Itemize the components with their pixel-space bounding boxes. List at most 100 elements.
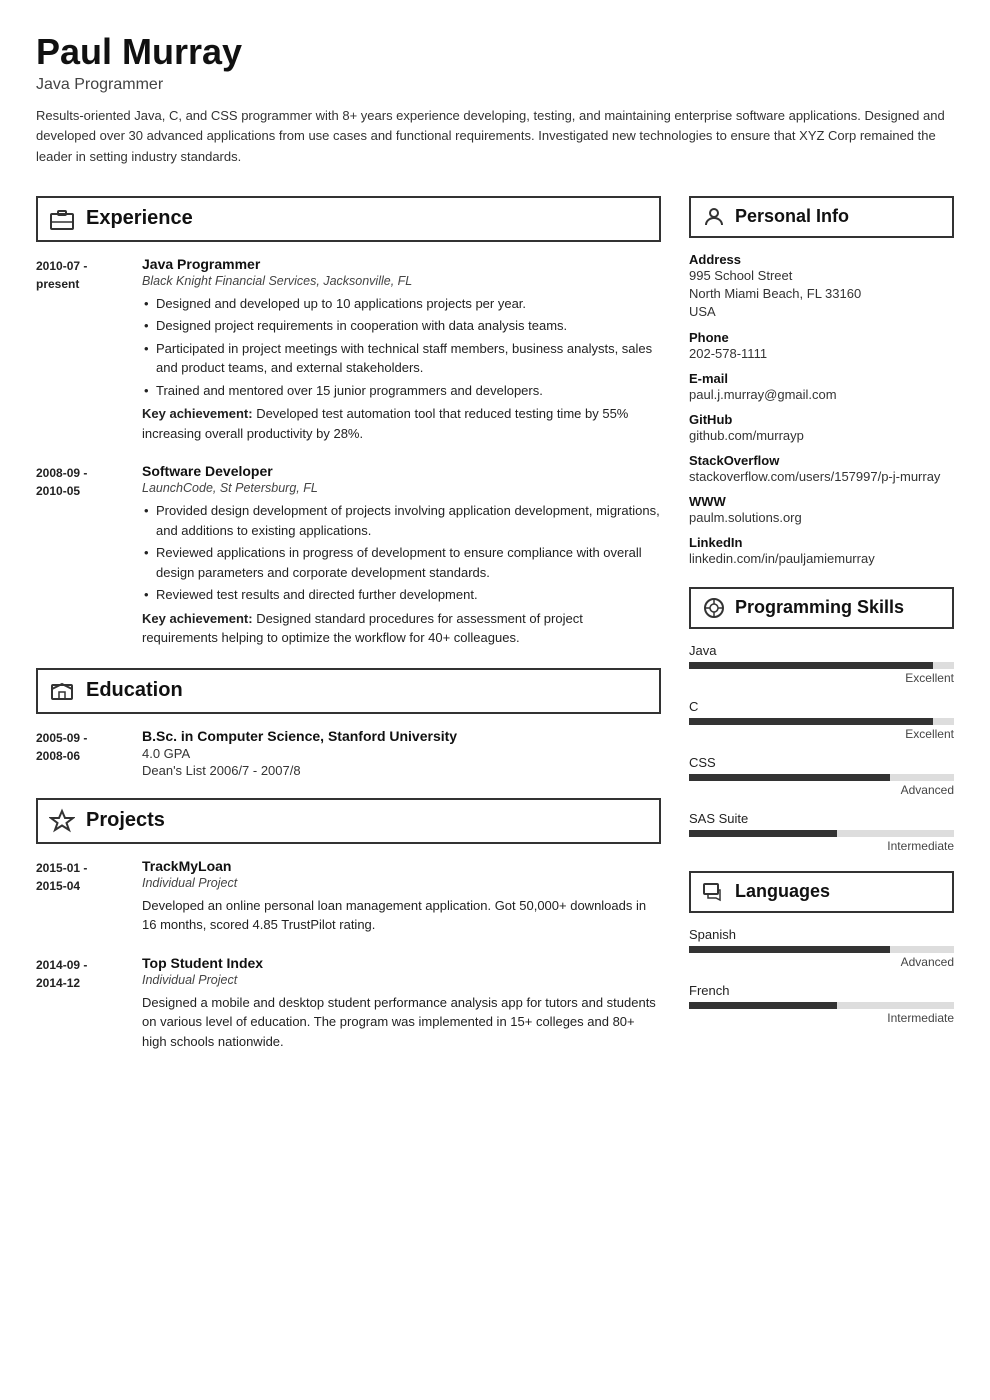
skill-bar-css: [689, 774, 954, 781]
bullet-item: Designed and developed up to 10 applicat…: [142, 294, 661, 314]
projects-section-title: Projects: [86, 809, 165, 832]
languages-list: Spanish Advanced French Intermediate: [689, 927, 954, 1025]
lang-name-spanish: Spanish: [689, 927, 954, 942]
personal-linkedin: LinkedIn linkedin.com/in/pauljamiemurray: [689, 535, 954, 568]
languages-section-header: Languages: [689, 871, 954, 913]
experience-section-title: Experience: [86, 207, 193, 230]
skill-level-java: Excellent: [689, 671, 954, 685]
lang-spanish: Spanish Advanced: [689, 927, 954, 969]
address-label: Address: [689, 252, 954, 267]
project-desc-2: Designed a mobile and desktop student pe…: [142, 993, 661, 1052]
phone-value: 202-578-1111: [689, 345, 954, 363]
linkedin-value: linkedin.com/in/pauljamiemurray: [689, 550, 954, 568]
project-title-2: Top Student Index: [142, 955, 661, 971]
linkedin-label: LinkedIn: [689, 535, 954, 550]
personal-www: WWW paulm.solutions.org: [689, 494, 954, 527]
lang-fill-spanish: [689, 946, 890, 953]
personal-email: E-mail paul.j.murray@gmail.com: [689, 371, 954, 404]
project-desc-1: Developed an online personal loan manage…: [142, 896, 661, 935]
personal-info-fields: Address 995 School Street North Miami Be…: [689, 252, 954, 569]
education-entries: 2005-09 - 2008-06 B.Sc. in Computer Scie…: [36, 728, 661, 778]
www-value: paulm.solutions.org: [689, 509, 954, 527]
skill-name-css: CSS: [689, 755, 954, 770]
right-column: Personal Info Address 995 School Street …: [689, 196, 954, 1072]
projects-icon: [48, 807, 76, 835]
skill-fill-c: [689, 718, 933, 725]
project-type-1: Individual Project: [142, 876, 661, 890]
programming-icon: [701, 595, 727, 621]
project-date-2: 2014-09 - 2014-12: [36, 955, 126, 1052]
education-title-1: B.Sc. in Computer Science, Stanford Univ…: [142, 728, 661, 744]
education-section-header: Education: [36, 668, 661, 714]
experience-entry-2: 2008-09 - 2010-05 Software Developer Lau…: [36, 463, 661, 648]
personal-github: GitHub github.com/murrayp: [689, 412, 954, 445]
skill-bar-java: [689, 662, 954, 669]
skill-fill-sas: [689, 830, 837, 837]
experience-content-2: Software Developer LaunchCode, St Peters…: [142, 463, 661, 648]
bullet-item: Reviewed applications in progress of dev…: [142, 543, 661, 582]
personal-address: Address 995 School Street North Miami Be…: [689, 252, 954, 322]
experience-achievement-1: Key achievement: Developed test automati…: [142, 404, 661, 443]
skill-css: CSS Advanced: [689, 755, 954, 797]
personal-icon: [701, 204, 727, 230]
email-value: paul.j.murray@gmail.com: [689, 386, 954, 404]
github-value: github.com/murrayp: [689, 427, 954, 445]
www-label: WWW: [689, 494, 954, 509]
lang-level-spanish: Advanced: [689, 955, 954, 969]
skill-level-c: Excellent: [689, 727, 954, 741]
experience-entries: 2010-07 - present Java Programmer Black …: [36, 256, 661, 648]
main-content: Experience 2010-07 - present Java Progra…: [36, 196, 954, 1072]
projects-entries: 2015-01 - 2015-04 TrackMyLoan Individual…: [36, 858, 661, 1052]
lang-french: French Intermediate: [689, 983, 954, 1025]
education-deans: Dean's List 2006/7 - 2007/8: [142, 763, 661, 778]
skill-name-sas: SAS Suite: [689, 811, 954, 826]
lang-name-french: French: [689, 983, 954, 998]
experience-date-2: 2008-09 - 2010-05: [36, 463, 126, 648]
experience-bullets-1: Designed and developed up to 10 applicat…: [142, 294, 661, 401]
lang-bar-spanish: [689, 946, 954, 953]
experience-company-1: Black Knight Financial Services, Jackson…: [142, 274, 661, 288]
experience-title-2: Software Developer: [142, 463, 661, 479]
project-entry-2: 2014-09 - 2014-12 Top Student Index Indi…: [36, 955, 661, 1052]
project-content-1: TrackMyLoan Individual Project Developed…: [142, 858, 661, 935]
personal-info-section-header: Personal Info: [689, 196, 954, 238]
bullet-item: Designed project requirements in coopera…: [142, 316, 661, 336]
skill-sas: SAS Suite Intermediate: [689, 811, 954, 853]
projects-section-header: Projects: [36, 798, 661, 844]
project-title-1: TrackMyLoan: [142, 858, 661, 874]
bullet-item: Reviewed test results and directed furth…: [142, 585, 661, 605]
skill-level-css: Advanced: [689, 783, 954, 797]
skill-bar-sas: [689, 830, 954, 837]
address-value: 995 School Street North Miami Beach, FL …: [689, 267, 954, 322]
personal-stackoverflow: StackOverflow stackoverflow.com/users/15…: [689, 453, 954, 486]
left-column: Experience 2010-07 - present Java Progra…: [36, 196, 661, 1072]
experience-date-1: 2010-07 - present: [36, 256, 126, 444]
resume-page: Paul Murray Java Programmer Results-orie…: [0, 0, 990, 1103]
education-gpa: 4.0 GPA: [142, 746, 661, 761]
education-icon: [48, 677, 76, 705]
experience-achievement-2: Key achievement: Designed standard proce…: [142, 609, 661, 648]
skill-fill-css: [689, 774, 890, 781]
bullet-item: Trained and mentored over 15 junior prog…: [142, 381, 661, 401]
skill-java: Java Excellent: [689, 643, 954, 685]
stackoverflow-label: StackOverflow: [689, 453, 954, 468]
lang-bar-french: [689, 1002, 954, 1009]
candidate-name: Paul Murray: [36, 32, 954, 72]
education-date-1: 2005-09 - 2008-06: [36, 728, 126, 778]
education-section-title: Education: [86, 679, 183, 702]
skill-name-c: C: [689, 699, 954, 714]
experience-entry-1: 2010-07 - present Java Programmer Black …: [36, 256, 661, 444]
project-entry-1: 2015-01 - 2015-04 TrackMyLoan Individual…: [36, 858, 661, 935]
education-content-1: B.Sc. in Computer Science, Stanford Univ…: [142, 728, 661, 778]
languages-title: Languages: [735, 881, 830, 902]
skill-level-sas: Intermediate: [689, 839, 954, 853]
skill-c: C Excellent: [689, 699, 954, 741]
personal-phone: Phone 202-578-1111: [689, 330, 954, 363]
experience-bullets-2: Provided design development of projects …: [142, 501, 661, 605]
project-date-1: 2015-01 - 2015-04: [36, 858, 126, 935]
project-type-2: Individual Project: [142, 973, 661, 987]
candidate-title: Java Programmer: [36, 76, 954, 94]
skill-bar-c: [689, 718, 954, 725]
experience-icon: [48, 205, 76, 233]
education-entry-1: 2005-09 - 2008-06 B.Sc. in Computer Scie…: [36, 728, 661, 778]
